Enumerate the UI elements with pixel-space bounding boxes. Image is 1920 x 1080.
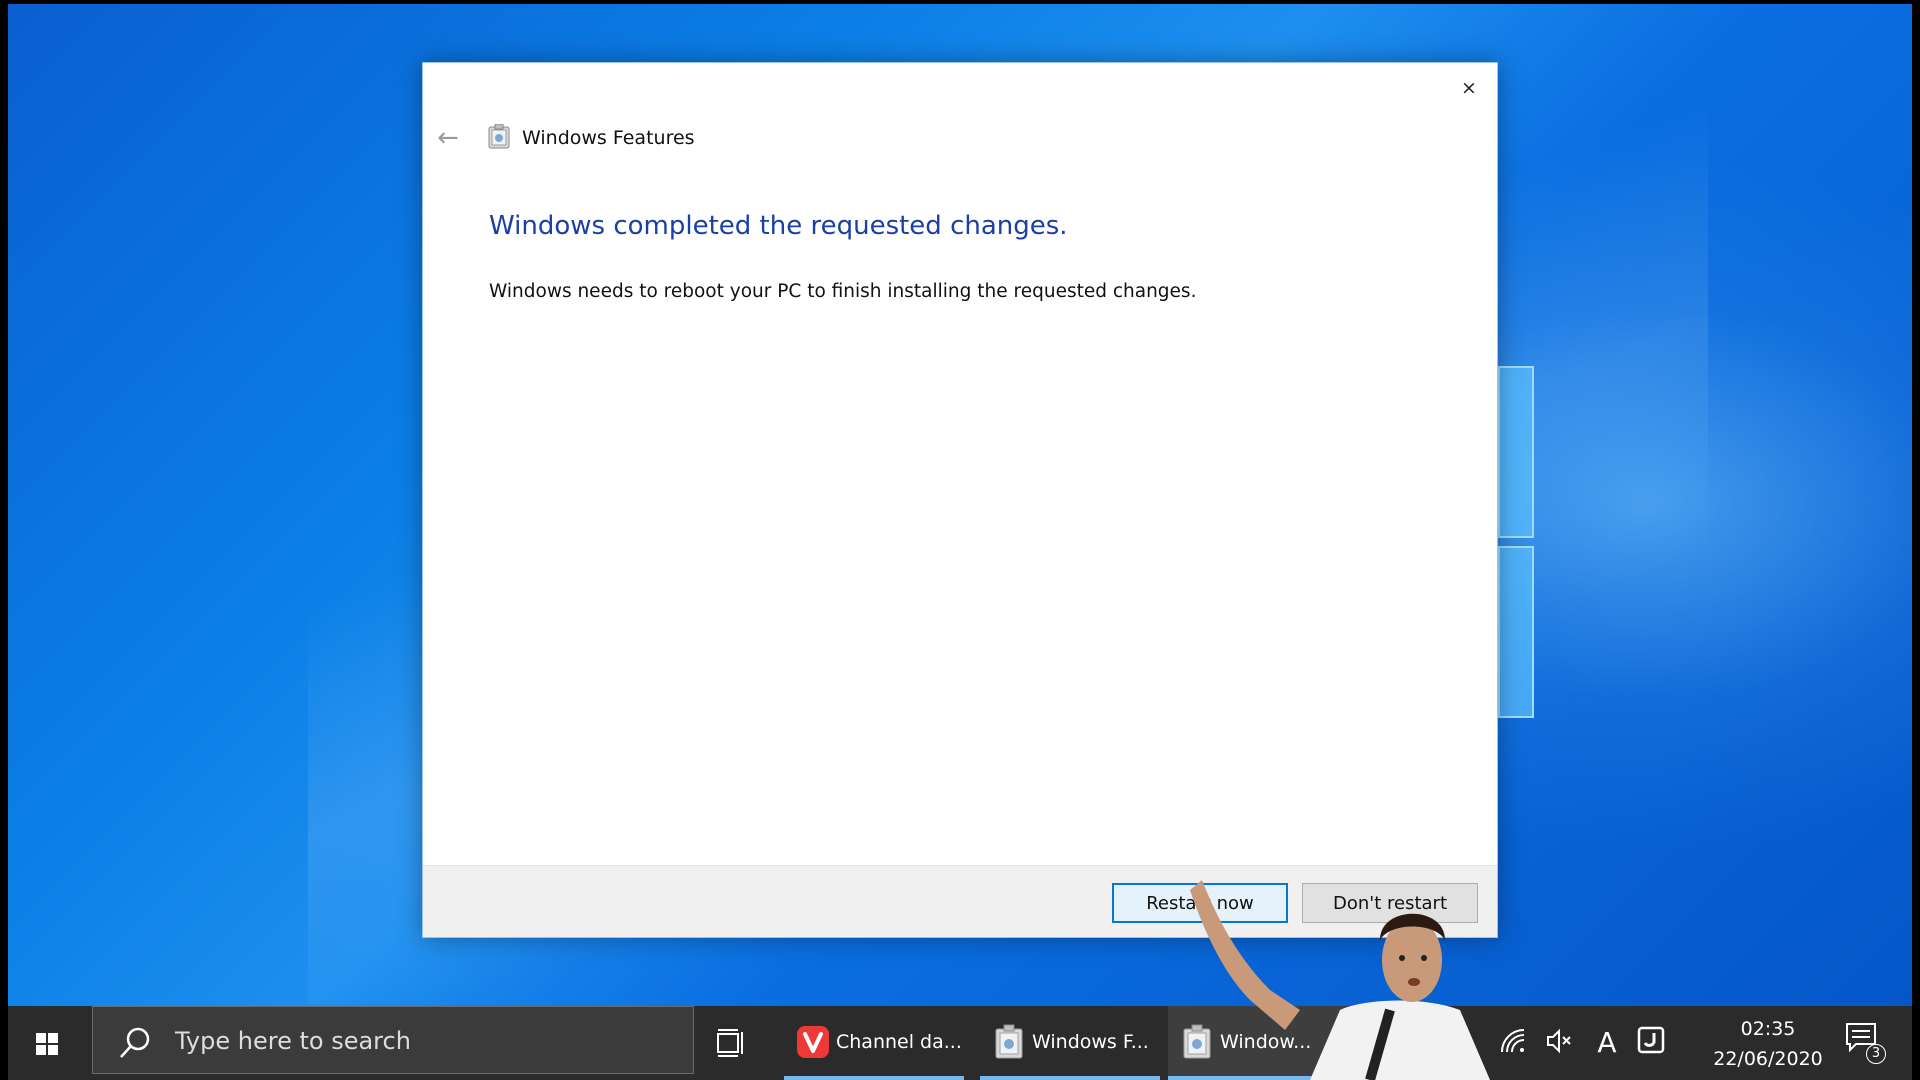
taskbar-app-vivaldi[interactable]: Channel da...	[784, 1006, 964, 1080]
taskbar-app-windows-features[interactable]: Windows F...	[980, 1006, 1160, 1080]
speaker-muted-icon	[1547, 1028, 1571, 1054]
back-arrow-icon[interactable]: ←	[433, 123, 463, 153]
app-tray-icon	[1637, 1026, 1665, 1054]
taskbar-clock[interactable]: 02:35 22/06/2020	[1698, 1014, 1838, 1074]
presenter-webcam-overlay	[1190, 880, 1490, 1080]
task-view-icon	[717, 1029, 743, 1057]
taskbar-app-label: Channel da...	[836, 1031, 962, 1053]
taskbar-search-box[interactable]: Type here to search	[92, 1006, 694, 1074]
search-placeholder: Type here to search	[175, 1027, 411, 1055]
windows-logo-pane	[1498, 366, 1534, 538]
windows-features-icon	[995, 1024, 1023, 1059]
task-view-button[interactable]	[702, 1006, 762, 1080]
windows-logo-pane	[1498, 546, 1534, 718]
windows-features-dialog: × ← Windows Features Windows completed t…	[422, 62, 1498, 938]
taskbar-app-label: Windows F...	[1032, 1031, 1149, 1053]
clock-time: 02:35	[1740, 1018, 1796, 1040]
dialog-message: Windows needs to reboot your PC to finis…	[489, 281, 1197, 302]
windows-start-icon	[36, 1033, 58, 1055]
windows-features-icon	[488, 124, 510, 149]
search-icon	[120, 1027, 150, 1058]
dialog-app-title: Windows Features	[522, 127, 695, 149]
running-indicator	[784, 1076, 964, 1080]
tray-app-icon[interactable]	[1634, 1026, 1668, 1060]
start-button[interactable]	[8, 1006, 84, 1080]
vivaldi-icon	[797, 1026, 829, 1058]
dialog-heading: Windows completed the requested changes.	[489, 211, 1068, 241]
notification-count-badge: 3	[1866, 1044, 1886, 1064]
volume-muted-icon[interactable]	[1542, 1026, 1576, 1060]
input-language-icon[interactable]: A	[1590, 1026, 1624, 1060]
running-indicator	[980, 1076, 1160, 1080]
close-button[interactable]: ×	[1451, 75, 1487, 101]
clock-date: 22/06/2020	[1713, 1048, 1823, 1070]
taskbar: Type here to search Channel da... Window…	[8, 1006, 1912, 1080]
